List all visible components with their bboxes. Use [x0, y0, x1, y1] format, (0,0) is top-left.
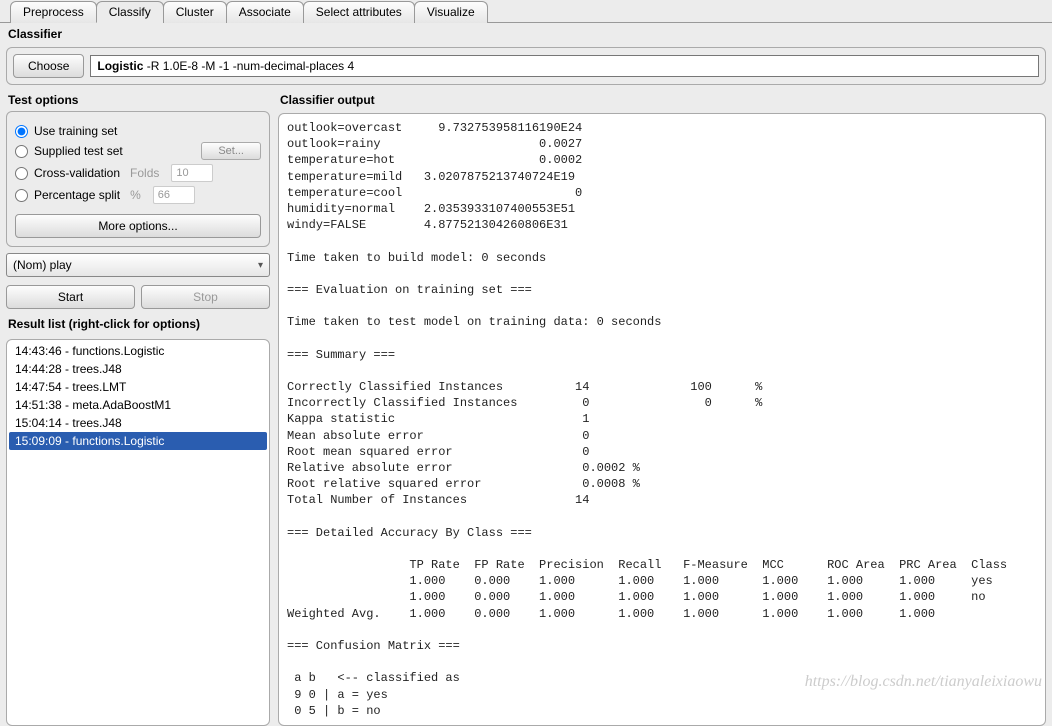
combo-value: (Nom) play — [13, 258, 72, 272]
set-button[interactable]: Set... — [201, 142, 261, 160]
result-item[interactable]: 15:04:14 - trees.J48 — [9, 414, 267, 432]
result-list-title: Result list (right-click for options) — [6, 315, 270, 335]
more-options-button[interactable]: More options... — [15, 214, 261, 238]
radio-training-set[interactable] — [15, 125, 28, 138]
start-button[interactable]: Start — [6, 285, 135, 309]
classifier-output-title: Classifier output — [278, 91, 1046, 111]
result-item[interactable]: 14:47:54 - trees.LMT — [9, 378, 267, 396]
tab-visualize[interactable]: Visualize — [414, 1, 488, 23]
folds-field[interactable] — [171, 164, 213, 182]
radio-cross-validation[interactable] — [15, 167, 28, 180]
radio-supplied-test[interactable] — [15, 145, 28, 158]
label-supplied-test: Supplied test set — [34, 144, 123, 158]
tab-preprocess[interactable]: Preprocess — [10, 1, 97, 23]
classifier-chooser: Choose Logistic -R 1.0E-8 -M -1 -num-dec… — [6, 47, 1046, 85]
test-options-title: Test options — [6, 91, 270, 111]
tab-classify[interactable]: Classify — [96, 1, 164, 23]
tab-select-attributes[interactable]: Select attributes — [303, 1, 415, 23]
stop-button[interactable]: Stop — [141, 285, 270, 309]
result-item[interactable]: 15:09:09 - functions.Logistic — [9, 432, 267, 450]
radio-percentage-split[interactable] — [15, 189, 28, 202]
choose-button[interactable]: Choose — [13, 54, 84, 78]
tab-bar: Preprocess Classify Cluster Associate Se… — [0, 0, 1052, 23]
classifier-panel-title: Classifier — [0, 23, 1052, 45]
result-item[interactable]: 14:43:46 - functions.Logistic — [9, 342, 267, 360]
tab-associate[interactable]: Associate — [226, 1, 304, 23]
label-cross-validation: Cross-validation — [34, 166, 120, 180]
result-item[interactable]: 14:44:28 - trees.J48 — [9, 360, 267, 378]
class-attribute-combo[interactable]: (Nom) play ▾ — [6, 253, 270, 277]
result-list[interactable]: 14:43:46 - functions.Logistic14:44:28 - … — [6, 339, 270, 726]
folds-label: Folds — [130, 166, 159, 180]
tab-cluster[interactable]: Cluster — [163, 1, 227, 23]
chevron-down-icon: ▾ — [258, 260, 263, 271]
classifier-output[interactable]: outlook=overcast 9.732753958116190E24 ou… — [278, 113, 1046, 726]
percent-label: % — [130, 188, 141, 202]
label-training-set: Use training set — [34, 124, 117, 138]
percent-field[interactable] — [153, 186, 195, 204]
result-item[interactable]: 14:51:38 - meta.AdaBoostM1 — [9, 396, 267, 414]
label-percentage-split: Percentage split — [34, 188, 120, 202]
classifier-command-field[interactable]: Logistic -R 1.0E-8 -M -1 -num-decimal-pl… — [90, 55, 1039, 77]
test-options-panel: Use training set Supplied test set Set..… — [6, 111, 270, 247]
